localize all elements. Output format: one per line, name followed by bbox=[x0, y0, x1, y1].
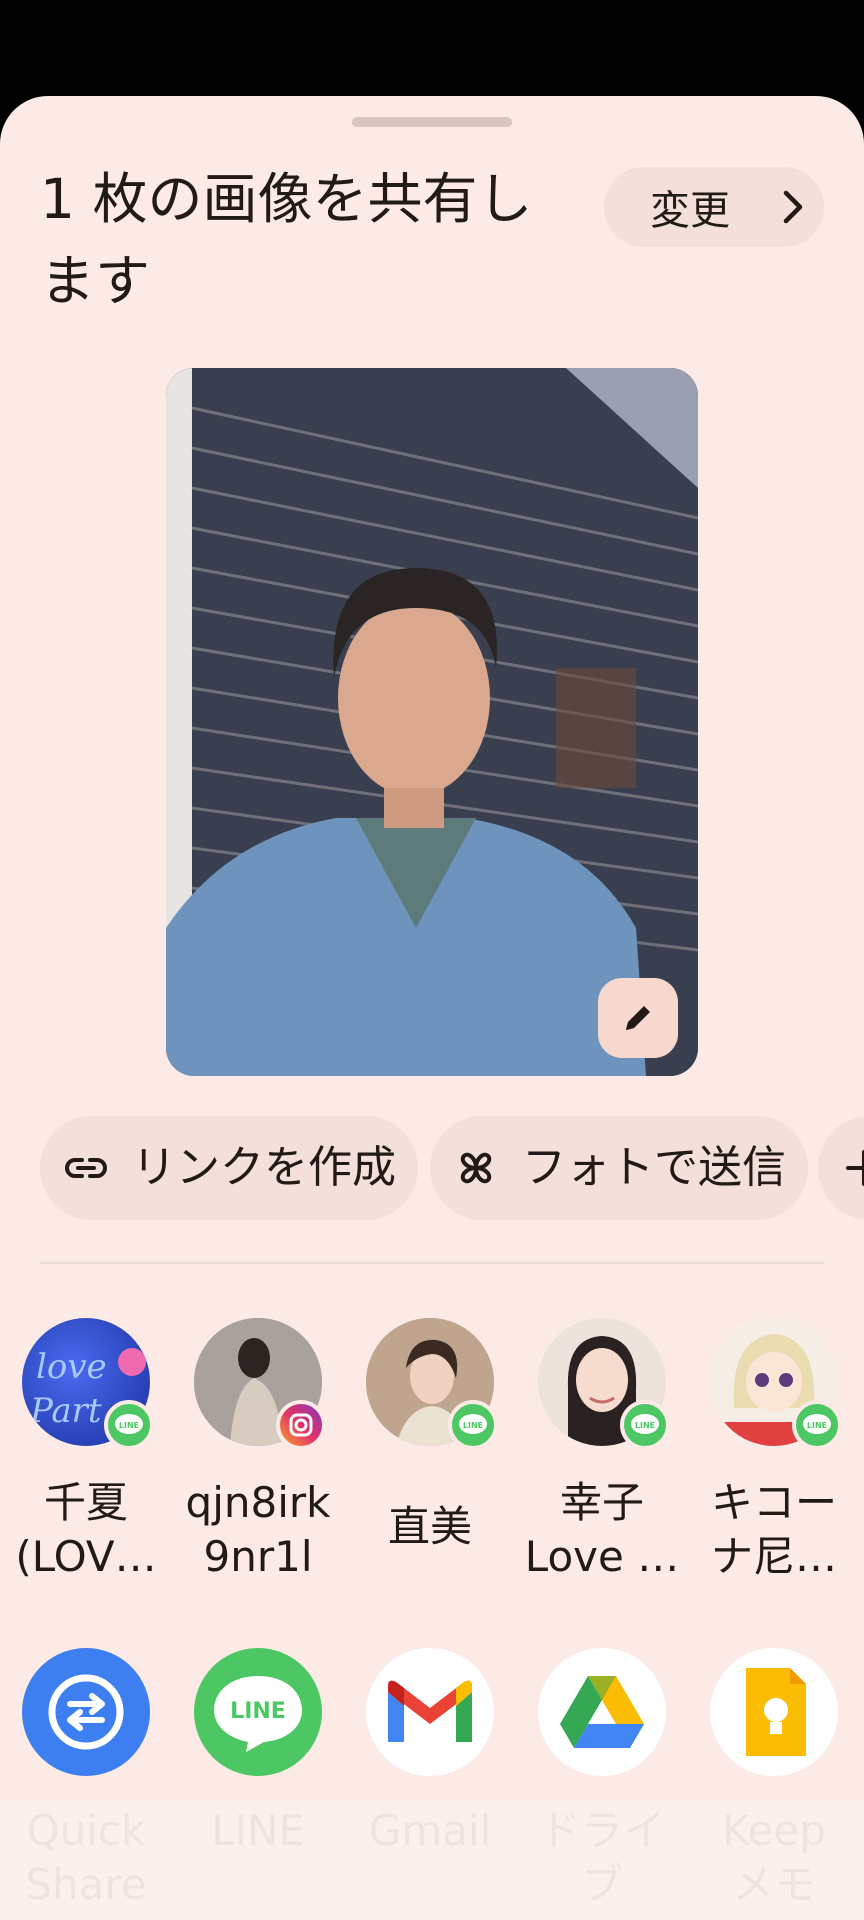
chevron-right-icon bbox=[783, 190, 803, 224]
direct-share-target[interactable]: qjn8irk 9nr1l bbox=[172, 1318, 344, 1581]
change-button-label: 変更 bbox=[650, 189, 730, 233]
shared-photo bbox=[166, 368, 698, 1076]
drive-icon bbox=[538, 1648, 666, 1776]
image-preview[interactable] bbox=[166, 368, 698, 1076]
app-target-gmail[interactable]: Gmail bbox=[344, 1648, 516, 1920]
svg-text:Part: Part bbox=[29, 1391, 102, 1431]
direct-share-target[interactable]: LINE 直美 bbox=[344, 1318, 516, 1551]
pinwheel-icon bbox=[460, 1152, 492, 1184]
gmail-icon bbox=[366, 1648, 494, 1776]
line-icon: LINE bbox=[194, 1648, 322, 1776]
share-title: 1 枚の画像を共有します bbox=[40, 167, 533, 313]
direct-share-targets: love Part LINE 千夏 (LOV… qjn8irk 9nr1l LIN… bbox=[0, 1318, 864, 1581]
line-badge-icon: LINE bbox=[104, 1400, 154, 1450]
target-name: qjn8irk 9nr1l bbox=[185, 1478, 331, 1581]
create-link-chip[interactable]: リンクを作成 bbox=[40, 1116, 418, 1220]
link-icon bbox=[65, 1158, 107, 1178]
direct-share-target[interactable]: love Part LINE 千夏 (LOV… bbox=[0, 1318, 172, 1581]
svg-text:LINE: LINE bbox=[807, 1421, 827, 1430]
target-name: キコー ナ尼… bbox=[710, 1478, 837, 1581]
app-name: Keep メモ bbox=[722, 1806, 826, 1909]
line-badge-icon: LINE bbox=[792, 1400, 842, 1450]
quick-share-icon bbox=[22, 1648, 150, 1776]
svg-text:LINE: LINE bbox=[463, 1421, 483, 1430]
app-name: Gmail bbox=[368, 1806, 492, 1855]
line-badge-icon: LINE bbox=[620, 1400, 670, 1450]
svg-text:LINE: LINE bbox=[230, 1699, 286, 1724]
send-with-photos-chip[interactable]: フォトで送信 bbox=[430, 1116, 808, 1220]
create-link-label: リンクを作成 bbox=[132, 1142, 396, 1193]
app-target-quick-share[interactable]: Quick Share bbox=[0, 1648, 172, 1920]
instagram-badge-icon bbox=[276, 1400, 326, 1450]
app-target-drive[interactable]: ドライ ブ bbox=[516, 1648, 688, 1920]
action-chips: リンクを作成 フォトで送信 bbox=[0, 1116, 864, 1220]
send-with-photos-label: フォトで送信 bbox=[522, 1142, 786, 1193]
plus-icon bbox=[846, 1150, 864, 1186]
change-button[interactable]: 変更 bbox=[604, 167, 824, 247]
section-divider bbox=[40, 1262, 824, 1264]
app-target-keep[interactable]: Keep メモ bbox=[688, 1648, 860, 1920]
pencil-icon bbox=[626, 1006, 650, 1030]
app-name: ドライ ブ bbox=[538, 1806, 665, 1909]
direct-share-target[interactable]: LINE キコー ナ尼… bbox=[688, 1318, 860, 1581]
direct-share-target[interactable]: LINE 幸子 Love … bbox=[516, 1318, 688, 1581]
more-actions-chip[interactable] bbox=[818, 1116, 864, 1220]
app-name: LINE bbox=[211, 1806, 305, 1855]
svg-text:LINE: LINE bbox=[635, 1421, 655, 1430]
line-badge-icon: LINE bbox=[448, 1400, 498, 1450]
app-targets: Quick Share LINE LINE Gmail ドライ ブ Keep メ… bbox=[0, 1648, 864, 1920]
keep-icon bbox=[710, 1648, 838, 1776]
svg-text:LINE: LINE bbox=[119, 1421, 139, 1430]
svg-text:love: love bbox=[36, 1347, 107, 1387]
app-target-line[interactable]: LINE LINE bbox=[172, 1648, 344, 1920]
share-sheet: 1 枚の画像を共有します 変更 リンクを作成 フォトで送信 love Part … bbox=[0, 96, 864, 1920]
target-name: 直美 bbox=[387, 1502, 472, 1551]
app-name: Quick Share bbox=[25, 1806, 147, 1909]
drag-handle[interactable] bbox=[352, 117, 512, 127]
target-name: 千夏 (LOV… bbox=[15, 1478, 157, 1581]
target-name: 幸子 Love … bbox=[524, 1478, 680, 1581]
edit-image-button[interactable] bbox=[598, 978, 678, 1058]
